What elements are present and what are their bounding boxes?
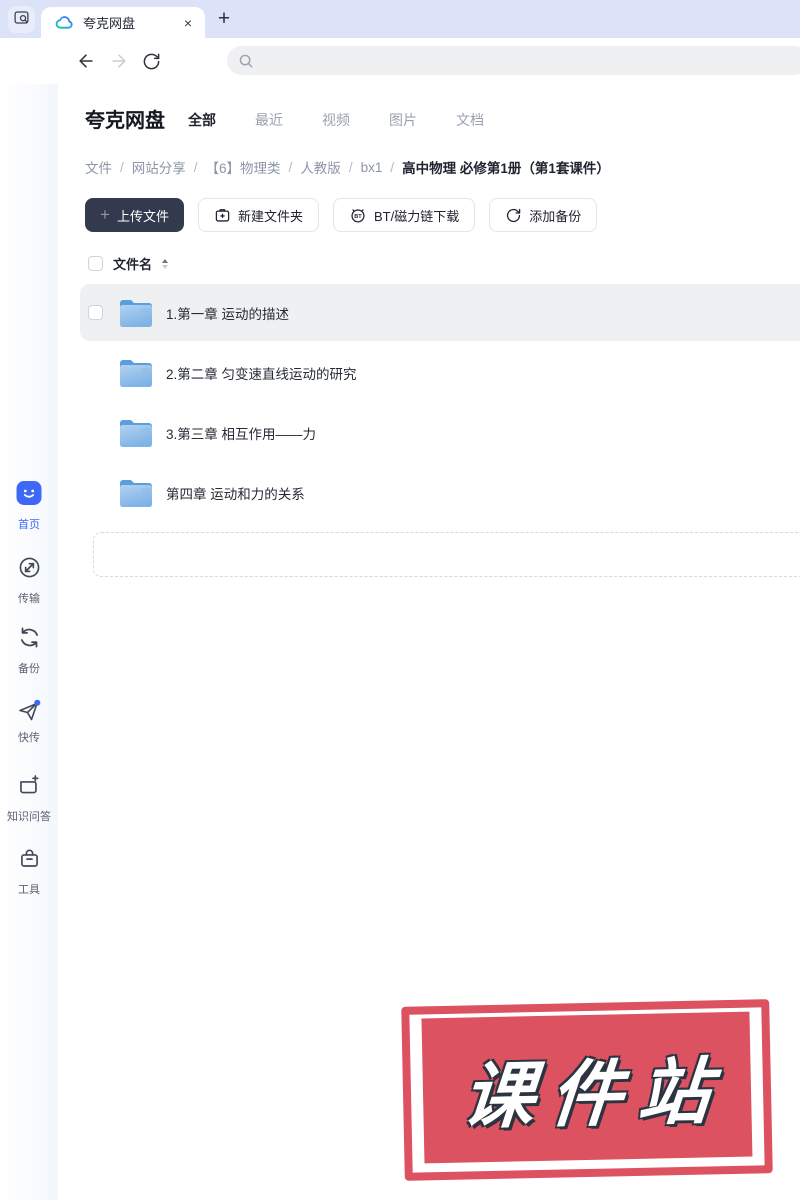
breadcrumb: 文件 / 网站分享 / 【6】物理类 / 人教版 / bx1 / 高中物理 必修… (85, 157, 610, 177)
notification-dot (34, 699, 41, 706)
sidebar-item-label: 快传 (18, 732, 40, 744)
sidebar-item-home[interactable]: 首页 (0, 480, 58, 532)
svg-text:BT: BT (354, 214, 362, 220)
knowledge-icon (17, 773, 42, 803)
breadcrumb-separator: / (390, 159, 395, 175)
file-row[interactable]: 第四章 运动和力的关系 (80, 464, 800, 521)
select-all-checkbox[interactable] (88, 256, 103, 271)
folder-name: 1.第一章 运动的描述 (166, 306, 290, 322)
folder-name: 第四章 运动和力的关系 (166, 486, 305, 502)
browser-search-bar[interactable] (227, 46, 800, 75)
stamp-text: 课件站 (458, 1052, 730, 1138)
sidebar-item-label: 知识问答 (7, 811, 51, 823)
bt-download-icon: BT (349, 206, 367, 224)
folder-icon (118, 297, 154, 329)
breadcrumb-item[interactable]: 【6】物理类 (206, 157, 281, 177)
stamp-fill: 课件站 (421, 1011, 753, 1164)
sidebar-item-label: 工具 (18, 884, 40, 896)
new-tab-button[interactable]: + (210, 5, 238, 33)
transfer-icon (17, 555, 42, 585)
sidebar-item-tools[interactable]: 工具 (0, 846, 58, 897)
plus-icon: + (100, 205, 110, 224)
file-row[interactable]: 2.第二章 匀变速直线运动的研究 (80, 344, 800, 401)
sort-icon[interactable] (162, 258, 169, 269)
toolbox-icon (17, 846, 42, 876)
quark-drive-window: 夸克网盘 × + 首页 传输 备份 快传 知识问答 工具 夸克网盘 全部 最近 … (0, 0, 800, 1200)
sidebar-item-quick-transfer[interactable]: 快传 (0, 698, 58, 745)
file-row[interactable]: 1.第一章 运动的描述 (80, 284, 800, 341)
forward-icon[interactable] (108, 50, 130, 72)
tab-all[interactable]: 全部 (188, 110, 216, 130)
browser-nav-bar (0, 38, 800, 84)
breadcrumb-separator: / (348, 159, 353, 175)
tab-search-icon (13, 9, 30, 31)
add-backup-label: 添加备份 (529, 208, 582, 224)
toolbar: + 上传文件 新建文件夹 BT BT/磁力链下载 添加备份 (85, 198, 598, 232)
folder-icon (118, 357, 154, 389)
tab-title: 夸克网盘 (83, 16, 136, 31)
new-folder-button[interactable]: 新建文件夹 (197, 198, 319, 232)
tab-video[interactable]: 视频 (322, 110, 350, 130)
breadcrumb-separator: / (120, 159, 124, 175)
breadcrumb-current: 高中物理 必修第1册（第1套课件） (402, 161, 610, 176)
bt-magnet-download-button[interactable]: BT BT/磁力链下载 (332, 198, 476, 232)
sidebar-item-knowledge-qa[interactable]: 知识问答 (0, 773, 58, 824)
breadcrumb-item[interactable]: 文件 (85, 157, 112, 177)
tab-document[interactable]: 文档 (456, 110, 484, 130)
breadcrumb-item[interactable]: bx1 (361, 160, 383, 175)
folder-icon (118, 477, 154, 509)
file-table-header: 文件名 (88, 254, 169, 273)
folder-icon (118, 417, 154, 449)
folder-name: 2.第二章 匀变速直线运动的研究 (166, 366, 357, 382)
content-tabs: 全部 最近 视频 图片 文档 (188, 110, 484, 130)
sidebar-item-transfer[interactable]: 传输 (0, 555, 58, 606)
folder-name: 3.第三章 相互作用——力 (166, 426, 317, 442)
upload-drop-zone[interactable] (93, 532, 800, 577)
sidebar-item-backup[interactable]: 备份 (0, 625, 58, 676)
sidebar: 首页 传输 备份 快传 知识问答 工具 (0, 84, 58, 1200)
stamp-watermark: 课件站 (401, 999, 773, 1181)
breadcrumb-item[interactable]: 人教版 (300, 157, 341, 177)
sidebar-item-label: 传输 (18, 593, 40, 605)
quark-logo-icon (55, 13, 74, 32)
add-backup-button[interactable]: 添加备份 (489, 198, 598, 232)
file-row[interactable]: 3.第三章 相互作用——力 (80, 404, 800, 461)
new-folder-label: 新建文件夹 (237, 208, 303, 224)
tab-image[interactable]: 图片 (389, 110, 417, 130)
back-icon[interactable] (75, 50, 97, 72)
sidebar-item-label: 备份 (18, 663, 40, 675)
browser-tab[interactable]: 夸克网盘 × (41, 7, 205, 38)
upload-file-label: 上传文件 (116, 208, 169, 224)
search-icon (237, 52, 255, 70)
breadcrumb-separator: / (288, 159, 293, 175)
file-name-column-header: 文件名 (113, 257, 153, 272)
browser-tab-bar: 夸克网盘 × + (0, 0, 800, 38)
page-title: 夸克网盘 (85, 110, 165, 132)
sidebar-item-label: 首页 (18, 519, 40, 531)
row-checkbox[interactable] (88, 305, 103, 320)
paper-plane-icon (16, 698, 42, 724)
backup-refresh-icon (505, 207, 522, 224)
tab-close-icon[interactable]: × (181, 14, 195, 32)
tab-search-button[interactable] (8, 6, 35, 33)
folder-plus-icon (214, 207, 231, 224)
home-icon (16, 480, 42, 511)
breadcrumb-separator: / (193, 159, 198, 175)
tab-recent[interactable]: 最近 (255, 110, 283, 130)
sync-icon (17, 625, 42, 655)
bt-download-label: BT/磁力链下载 (373, 208, 460, 224)
breadcrumb-item[interactable]: 网站分享 (132, 157, 186, 177)
refresh-icon[interactable] (140, 50, 162, 72)
upload-file-button[interactable]: + 上传文件 (85, 198, 184, 232)
